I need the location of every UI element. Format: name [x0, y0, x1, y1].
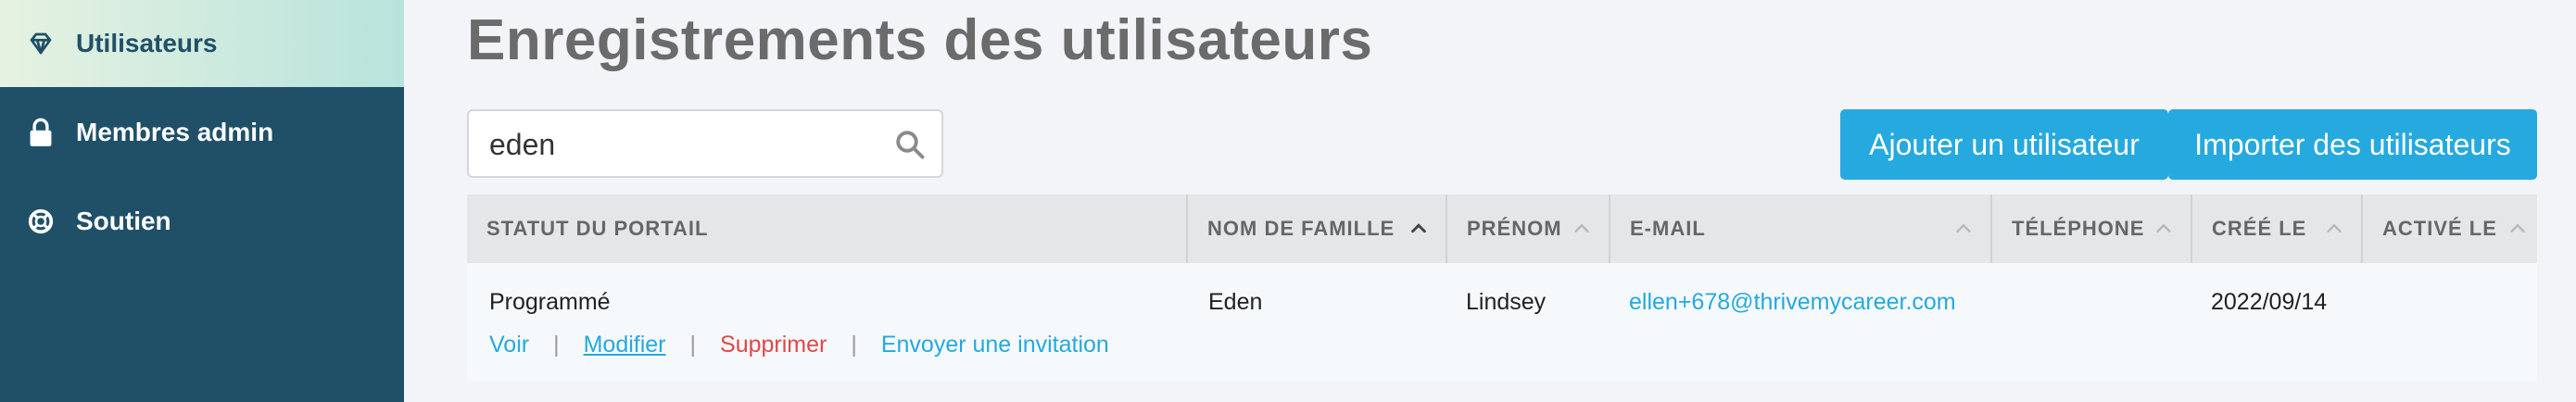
cell-first-name: Lindsey	[1466, 289, 1547, 315]
sort-chevron-up-icon	[1956, 223, 1971, 232]
table-row: Programmé Eden Lindsey ellen+678@thrivem…	[467, 263, 2537, 382]
delete-link[interactable]: Supprimer	[720, 332, 827, 358]
table-header: STATUT DU PORTAIL NOM DE FAMILLE PRÉNOM …	[467, 195, 2537, 263]
sort-chevron-up-icon	[1411, 223, 1426, 233]
sort-chevron-up-icon	[2327, 223, 2342, 232]
column-header-last-name[interactable]: NOM DE FAMILLE	[1186, 195, 1446, 263]
sort-chevron-up-icon	[1574, 223, 1589, 232]
sidebar: Utilisateurs Membres admin Soutien	[0, 0, 404, 402]
cell-status: Programmé	[489, 289, 611, 315]
sort-chevron-up-icon	[2510, 223, 2525, 232]
page-title: Enregistrements des utilisateurs	[467, 8, 1373, 72]
add-user-button[interactable]: Ajouter un utilisateur	[1840, 109, 2168, 180]
row-actions: Voir | Modifier | Supprimer | Envoyer un…	[489, 332, 1109, 358]
column-header-portal-status: STATUT DU PORTAIL	[486, 217, 709, 240]
view-link[interactable]: Voir	[489, 332, 529, 358]
cell-created: 2022/09/14	[2211, 289, 2328, 315]
search-box	[467, 109, 943, 178]
sidebar-item-support[interactable]: Soutien	[0, 178, 404, 265]
sidebar-item-label: Membres admin	[76, 118, 274, 146]
import-users-button[interactable]: Importer des utilisateurs	[2168, 109, 2537, 180]
sidebar-item-admin-members[interactable]: Membres admin	[0, 89, 404, 176]
separator: |	[553, 332, 560, 358]
lock-icon	[26, 118, 56, 147]
sort-chevron-up-icon	[2156, 223, 2171, 232]
sidebar-item-users[interactable]: Utilisateurs	[0, 0, 404, 87]
users-table: STATUT DU PORTAIL NOM DE FAMILLE PRÉNOM …	[467, 195, 2537, 382]
column-header-created[interactable]: CRÉÉ LE	[2191, 195, 2361, 263]
diamond-icon	[26, 29, 56, 58]
column-header-phone[interactable]: TÉLÉPHONE	[1990, 195, 2191, 263]
search-icon[interactable]	[893, 128, 927, 161]
cell-last-name: Eden	[1208, 289, 1263, 315]
separator: |	[689, 332, 697, 358]
column-header-first-name[interactable]: PRÉNOM	[1446, 195, 1609, 263]
edit-link[interactable]: Modifier	[584, 332, 666, 358]
column-header-email[interactable]: E-MAIL	[1609, 195, 1990, 263]
sidebar-item-label: Soutien	[76, 207, 171, 235]
sidebar-item-label: Utilisateurs	[76, 29, 218, 57]
send-invitation-link[interactable]: Envoyer une invitation	[881, 332, 1109, 358]
search-input[interactable]	[489, 124, 860, 165]
cell-email-link[interactable]: ellen+678@thrivemycareer.com	[1629, 289, 1956, 316]
separator: |	[851, 332, 857, 358]
column-header-activated[interactable]: ACTIVÉ LE	[2361, 195, 2537, 263]
lifebuoy-icon	[26, 207, 56, 236]
